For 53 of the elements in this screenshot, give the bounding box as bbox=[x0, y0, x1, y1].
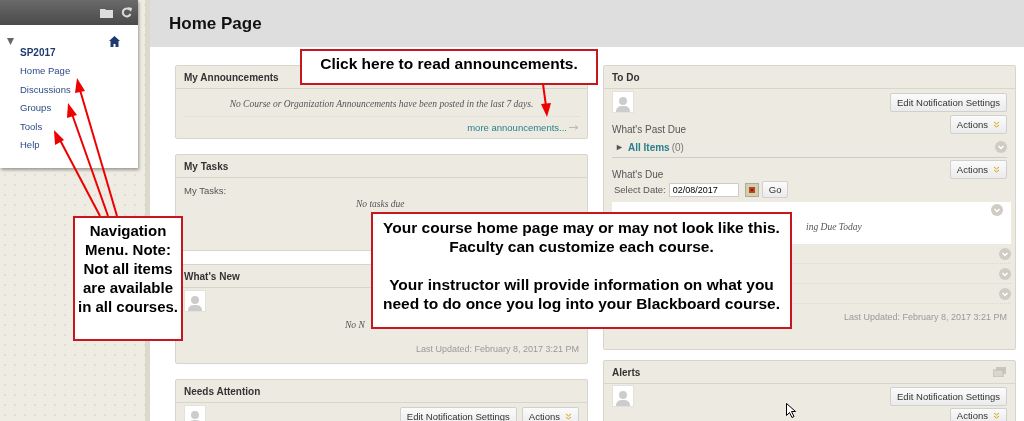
module-title: Needs Attention bbox=[184, 385, 261, 397]
actions-button[interactable]: Actions bbox=[521, 406, 579, 421]
double-chevron-icon bbox=[993, 121, 1000, 128]
section-heading: What's Past Due bbox=[611, 124, 688, 135]
arrow bbox=[541, 83, 551, 117]
last-updated-text: Last Updated: February 8, 2017 3:21 PM bbox=[842, 311, 1008, 322]
last-updated-text: Last Updated: February 8, 2017 3:21 PM bbox=[414, 343, 580, 354]
tasks-label: My Tasks: bbox=[183, 184, 228, 196]
empty-message: ing Due Today bbox=[806, 222, 862, 232]
refresh-icon[interactable] bbox=[121, 7, 132, 18]
module-title: What's New bbox=[184, 270, 240, 282]
calendar-icon[interactable] bbox=[744, 182, 759, 197]
menu-item[interactable]: Groups bbox=[20, 102, 52, 121]
select-date-label: Select Date: bbox=[614, 184, 666, 195]
item-count: (0) bbox=[671, 141, 684, 153]
double-chevron-icon bbox=[993, 412, 1000, 419]
double-chevron-icon bbox=[565, 412, 572, 420]
course-name[interactable]: SP2017 bbox=[20, 47, 56, 58]
module-title: My Announcements bbox=[184, 71, 279, 83]
actions-button[interactable]: Actions bbox=[949, 115, 1007, 134]
empty-message: No Course or Organization Announcements have been posted in the last 7 days. bbox=[229, 98, 534, 109]
page-title: Home Page bbox=[169, 13, 262, 34]
double-chevron-icon bbox=[993, 166, 1000, 173]
actions-button[interactable]: Actions bbox=[949, 160, 1007, 179]
avatar-icon bbox=[612, 91, 634, 113]
menu-item[interactable]: Tools bbox=[20, 120, 43, 140]
home-icon[interactable] bbox=[109, 35, 120, 47]
menu-item[interactable]: Home Page bbox=[20, 65, 71, 84]
expand-triangle-icon[interactable] bbox=[6, 36, 15, 46]
more-announcements-link[interactable]: more announcements... bbox=[467, 122, 567, 133]
actions-button[interactable]: Actions bbox=[949, 408, 1007, 421]
mouse-pointer-icon bbox=[786, 403, 796, 418]
empty-message: No tasks due bbox=[356, 199, 405, 209]
all-items-link[interactable]: All Items bbox=[628, 141, 670, 153]
module-title: To Do bbox=[612, 71, 640, 83]
callout-text: Navigation Menu. Note: Not all items are available in all courses. bbox=[77, 221, 179, 316]
module-title: My Tasks bbox=[184, 160, 229, 172]
expand-triangle-icon[interactable] bbox=[616, 143, 623, 151]
folder-icon[interactable] bbox=[100, 7, 113, 18]
go-button[interactable]: Go bbox=[761, 181, 789, 198]
edit-notification-settings-button[interactable]: Edit Notification Settings bbox=[890, 386, 1007, 406]
menu-item[interactable]: Discussions bbox=[20, 83, 71, 103]
callout-text: Your instructor will provide information on what you need to do once you log into your Blackboard course. bbox=[382, 275, 781, 313]
section-heading: What's Due bbox=[611, 169, 665, 180]
edit-notification-settings-button[interactable]: Edit Notification Settings bbox=[399, 406, 517, 421]
edit-notification-settings-button[interactable]: Edit Notification Settings bbox=[890, 92, 1007, 112]
callout-text: Your course home page may or may not look like this. Faculty can customize each course. bbox=[382, 218, 781, 256]
callout-text: Click here to read announcements. bbox=[319, 55, 579, 73]
module-title: Alerts bbox=[612, 366, 641, 378]
empty-message: No N bbox=[345, 320, 365, 330]
date-field[interactable]: 02/08/2017 bbox=[668, 182, 739, 197]
menu-item[interactable]: Help bbox=[20, 139, 40, 158]
arrow-icon bbox=[569, 125, 579, 130]
